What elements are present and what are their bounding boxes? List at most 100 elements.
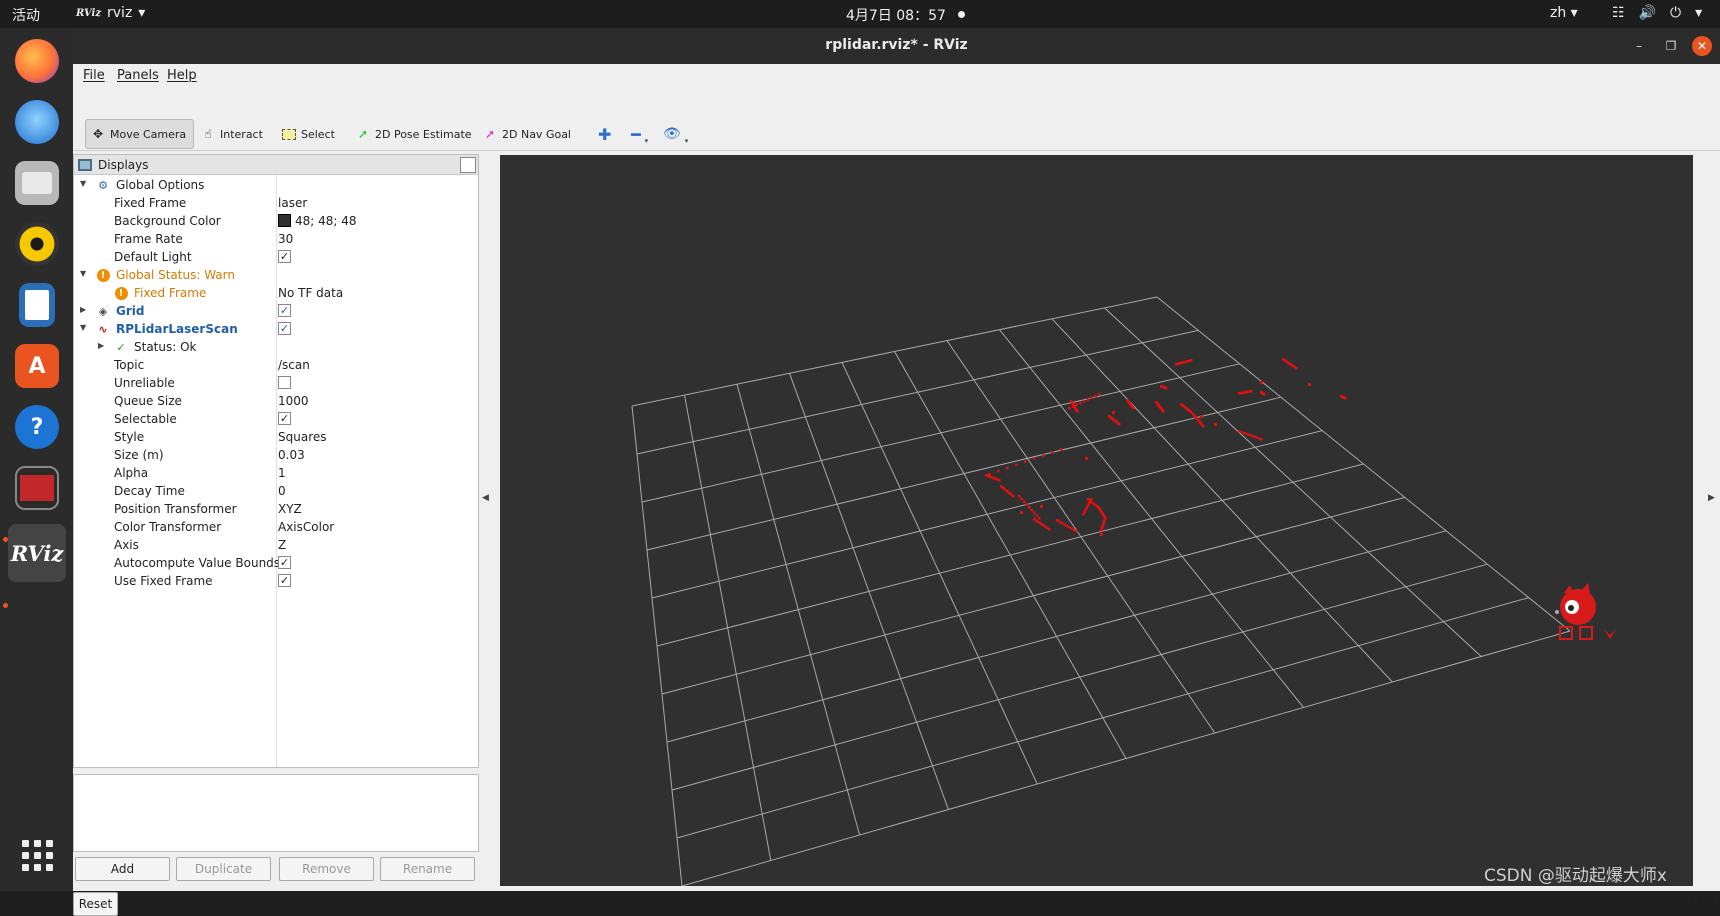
tree-row-laserscan[interactable]: ▼ ∿ RPLidarLaserScan ✓: [74, 319, 478, 339]
topic-value[interactable]: /scan: [278, 358, 310, 372]
add-display-button[interactable]: Add: [75, 857, 170, 881]
remove-tool-icon[interactable]: ━ ▾: [627, 119, 652, 149]
tree-row-size[interactable]: Size (m) 0.03: [74, 445, 478, 465]
tree-row-topic[interactable]: Topic /scan: [74, 355, 478, 375]
autocompute-checkbox[interactable]: ✓: [278, 556, 291, 569]
use-fixed-frame-checkbox[interactable]: ✓: [278, 574, 291, 587]
firefox-launcher[interactable]: [8, 32, 66, 90]
tree-row-grid[interactable]: ▶ ◈ Grid ✓: [74, 301, 478, 321]
laser-point: [1075, 530, 1078, 533]
color-transformer-value[interactable]: AxisColor: [278, 520, 334, 534]
selectable-checkbox[interactable]: ✓: [278, 412, 291, 425]
laser-point: [1260, 438, 1263, 441]
queue-size-value[interactable]: 1000: [278, 394, 309, 408]
tree-row-decay-time[interactable]: Decay Time 0: [74, 481, 478, 501]
maximize-icon[interactable]: ❐: [1661, 36, 1681, 56]
laser-point: [1025, 503, 1028, 506]
tree-row-alpha[interactable]: Alpha 1: [74, 463, 478, 483]
expand-arrow-icon[interactable]: ▶: [80, 305, 86, 314]
close-icon[interactable]: ✕: [1692, 36, 1712, 56]
position-transformer-value[interactable]: XYZ: [278, 502, 302, 516]
menu-file[interactable]: File: [83, 68, 105, 83]
displays-panel-title: Displays: [98, 157, 149, 172]
add-tool-icon[interactable]: ✚: [594, 119, 615, 149]
tree-row-status-fixed-frame[interactable]: ! Fixed Frame No TF data: [74, 283, 478, 303]
app-menu[interactable]: RViz rviz ▾: [76, 5, 145, 21]
tree-row-position-transformer[interactable]: Position Transformer XYZ: [74, 499, 478, 519]
tree-row-style[interactable]: Style Squares: [74, 427, 478, 447]
laser-point: [1060, 521, 1064, 525]
tree-row-color-transformer[interactable]: Color Transformer AxisColor: [74, 517, 478, 537]
software-launcher[interactable]: A: [8, 337, 66, 395]
default-light-checkbox[interactable]: ✓: [278, 250, 291, 263]
minimize-icon[interactable]: –: [1629, 36, 1649, 56]
tree-row-background-color[interactable]: Background Color 48; 48; 48: [74, 211, 478, 231]
decay-time-value[interactable]: 0: [278, 484, 286, 498]
tree-row-autocompute[interactable]: Autocompute Value Bounds ✓: [74, 553, 478, 573]
grid-enabled-checkbox[interactable]: ✓: [278, 304, 291, 317]
rename-button[interactable]: Rename: [380, 857, 475, 881]
terminal-launcher[interactable]: [8, 459, 66, 517]
expand-arrow-icon[interactable]: ▼: [80, 323, 86, 332]
expand-arrow-icon[interactable]: ▼: [80, 269, 86, 278]
duplicate-button[interactable]: Duplicate: [176, 857, 271, 881]
files-launcher[interactable]: [8, 154, 66, 212]
tree-row-frame-rate[interactable]: Frame Rate 30: [74, 229, 478, 249]
collapse-left-panel-icon[interactable]: ◀: [482, 493, 489, 503]
tree-row-axis[interactable]: Axis Z: [74, 535, 478, 555]
size-value[interactable]: 0.03: [278, 448, 305, 462]
background-color-value[interactable]: 48; 48; 48: [278, 214, 357, 228]
tree-row-global-options[interactable]: ▼ ⚙ Global Options: [74, 175, 478, 195]
fixed-frame-value[interactable]: laser: [278, 196, 307, 210]
interact-tool[interactable]: ☝ Interact: [196, 119, 267, 149]
tree-row-fixed-frame[interactable]: Fixed Frame laser: [74, 193, 478, 213]
laser-point: [1250, 390, 1253, 393]
writer-launcher[interactable]: [8, 276, 66, 334]
reset-button[interactable]: Reset: [73, 892, 118, 916]
tree-row-use-fixed-frame[interactable]: Use Fixed Frame ✓: [74, 571, 478, 591]
input-method-indicator[interactable]: zh ▾: [1550, 5, 1578, 21]
laserscan-enabled-checkbox[interactable]: ✓: [278, 322, 291, 335]
tree-row-global-status[interactable]: ▼ ! Global Status: Warn: [74, 265, 478, 285]
move-camera-tool[interactable]: ✥ Move Camera: [85, 119, 194, 149]
laser-scan-points: [985, 358, 1347, 536]
tree-label: Use Fixed Frame: [114, 574, 213, 588]
tree-label: Selectable: [114, 412, 177, 426]
select-tool[interactable]: Select: [277, 119, 339, 149]
tree-row-queue-size[interactable]: Queue Size 1000: [74, 391, 478, 411]
thunderbird-launcher[interactable]: [8, 93, 66, 151]
laser-point: [1072, 528, 1076, 532]
pose-estimate-tool[interactable]: ➚ 2D Pose Estimate: [351, 119, 476, 149]
remove-button[interactable]: Remove: [279, 857, 374, 881]
nav-goal-tool[interactable]: ➚ 2D Nav Goal: [478, 119, 575, 149]
system-tray[interactable]: ☷ 🔊 ⏻ ▾: [1612, 5, 1702, 21]
menu-help[interactable]: Help: [167, 68, 197, 83]
tree-row-selectable[interactable]: Selectable ✓: [74, 409, 478, 429]
laser-point: [1028, 506, 1031, 509]
show-apps-icon[interactable]: [22, 840, 53, 871]
view-eye-icon[interactable]: 👁 ▾: [659, 119, 692, 149]
rhythmbox-launcher[interactable]: [8, 215, 66, 273]
rviz-launcher[interactable]: RViz: [8, 524, 66, 582]
tree-row-default-light[interactable]: Default Light ✓: [74, 247, 478, 267]
style-value[interactable]: Squares: [278, 430, 327, 444]
activities-button[interactable]: 活动: [12, 5, 40, 25]
menu-panels[interactable]: Panels: [117, 68, 159, 83]
alpha-value[interactable]: 1: [278, 466, 286, 480]
tree-row-status-ok[interactable]: ▶ ✓ Status: Ok: [74, 337, 478, 357]
language-label: zh: [1550, 5, 1567, 21]
expand-arrow-icon[interactable]: ▶: [98, 341, 104, 350]
title-bar[interactable]: rplidar.rviz* - RViz – ❐ ✕: [73, 28, 1720, 64]
undock-panel-button[interactable]: [460, 157, 476, 173]
clock[interactable]: 4月7日 08：57: [846, 5, 946, 25]
laser-point: [1344, 397, 1347, 400]
render-viewport[interactable]: [500, 155, 1693, 887]
help-launcher[interactable]: ?: [8, 398, 66, 456]
axis-value[interactable]: Z: [278, 538, 286, 552]
frame-rate-value[interactable]: 30: [278, 232, 293, 246]
expand-arrow-icon[interactable]: ▼: [80, 179, 86, 188]
tree-row-unreliable[interactable]: Unreliable: [74, 373, 478, 393]
collapse-right-panel-icon[interactable]: ▶: [1708, 493, 1715, 503]
dock: A ? RViz: [0, 28, 73, 891]
unreliable-checkbox[interactable]: [278, 376, 291, 389]
